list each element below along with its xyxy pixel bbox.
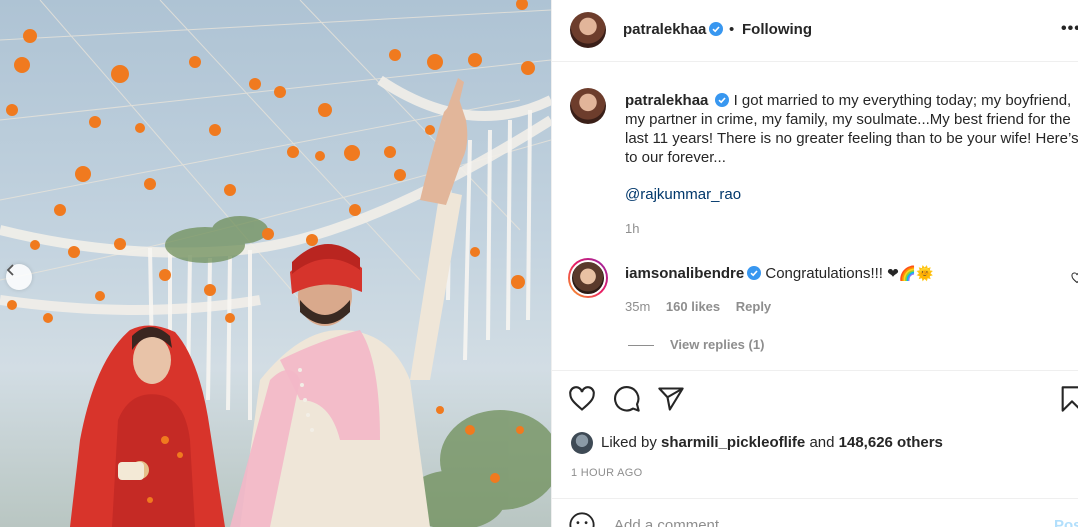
carousel-prev-button[interactable] [6,264,32,290]
view-replies-button[interactable]: View replies (1) [630,337,764,352]
post-comment-button[interactable]: Post [1054,517,1078,527]
comment-like-heart-icon[interactable] [1071,272,1078,284]
wedding-photo [0,0,551,527]
comment-input[interactable] [614,517,994,527]
comment-time[interactable]: 35m [625,299,650,314]
bride-figure [70,325,225,527]
liked-by-others[interactable]: 148,626 others [839,434,943,451]
caption-text-block: patralekhaa I got married to my everythi… [625,91,1078,167]
share-icon[interactable] [657,385,685,413]
caption-username[interactable]: patralekhaa [625,92,708,109]
commenter-avatar[interactable] [568,258,608,298]
author-avatar[interactable] [570,12,606,48]
header-separator: • [729,21,735,38]
verified-icon [709,22,724,36]
add-comment-bar: Post [552,498,1078,527]
smile-icon[interactable] [568,511,596,527]
bookmark-icon[interactable] [1058,385,1078,413]
caption-mention-link[interactable]: @rajkummar_rao [625,186,741,203]
reply-button[interactable]: Reply [736,299,771,314]
caption-avatar[interactable] [570,88,606,124]
following-button[interactable]: Following [742,21,812,38]
comment-meta: 35m 160 likes Reply [625,299,783,314]
comment-username[interactable]: iamsonalibendre [625,265,744,282]
comment-emojis: ❤🌈🌞 [887,266,934,282]
verified-icon [715,93,730,107]
post-header: patralekhaa • Following ••• [552,0,1078,62]
liker-avatar[interactable] [571,432,593,454]
caption-time[interactable]: 1h [625,221,639,236]
comment-body: iamsonalibendre Congratulations!!! ❤🌈🌞 [625,265,934,282]
chevron-left-icon [6,264,14,276]
verified-icon [747,266,762,280]
commenter-avatar-image [570,260,606,296]
author-username[interactable]: patralekhaa [623,21,706,38]
liked-by-joiner: and [809,434,835,451]
liked-by-prefix: Liked by [601,434,657,451]
more-options-icon[interactable]: ••• [1061,20,1078,38]
post-side-panel: patralekhaa • Following ••• patralekhaa … [551,0,1078,527]
comment-icon[interactable] [613,385,641,413]
post-photo[interactable] [0,0,551,527]
groom-figure [230,78,468,527]
comment-likes[interactable]: 160 likes [666,299,720,314]
post-timestamp[interactable]: 1 HOUR AGO [571,467,642,479]
heart-icon[interactable] [568,385,596,413]
liked-by-user[interactable]: sharmili_pickleoflife [661,434,805,451]
comment-text: Congratulations!!! [765,265,883,282]
